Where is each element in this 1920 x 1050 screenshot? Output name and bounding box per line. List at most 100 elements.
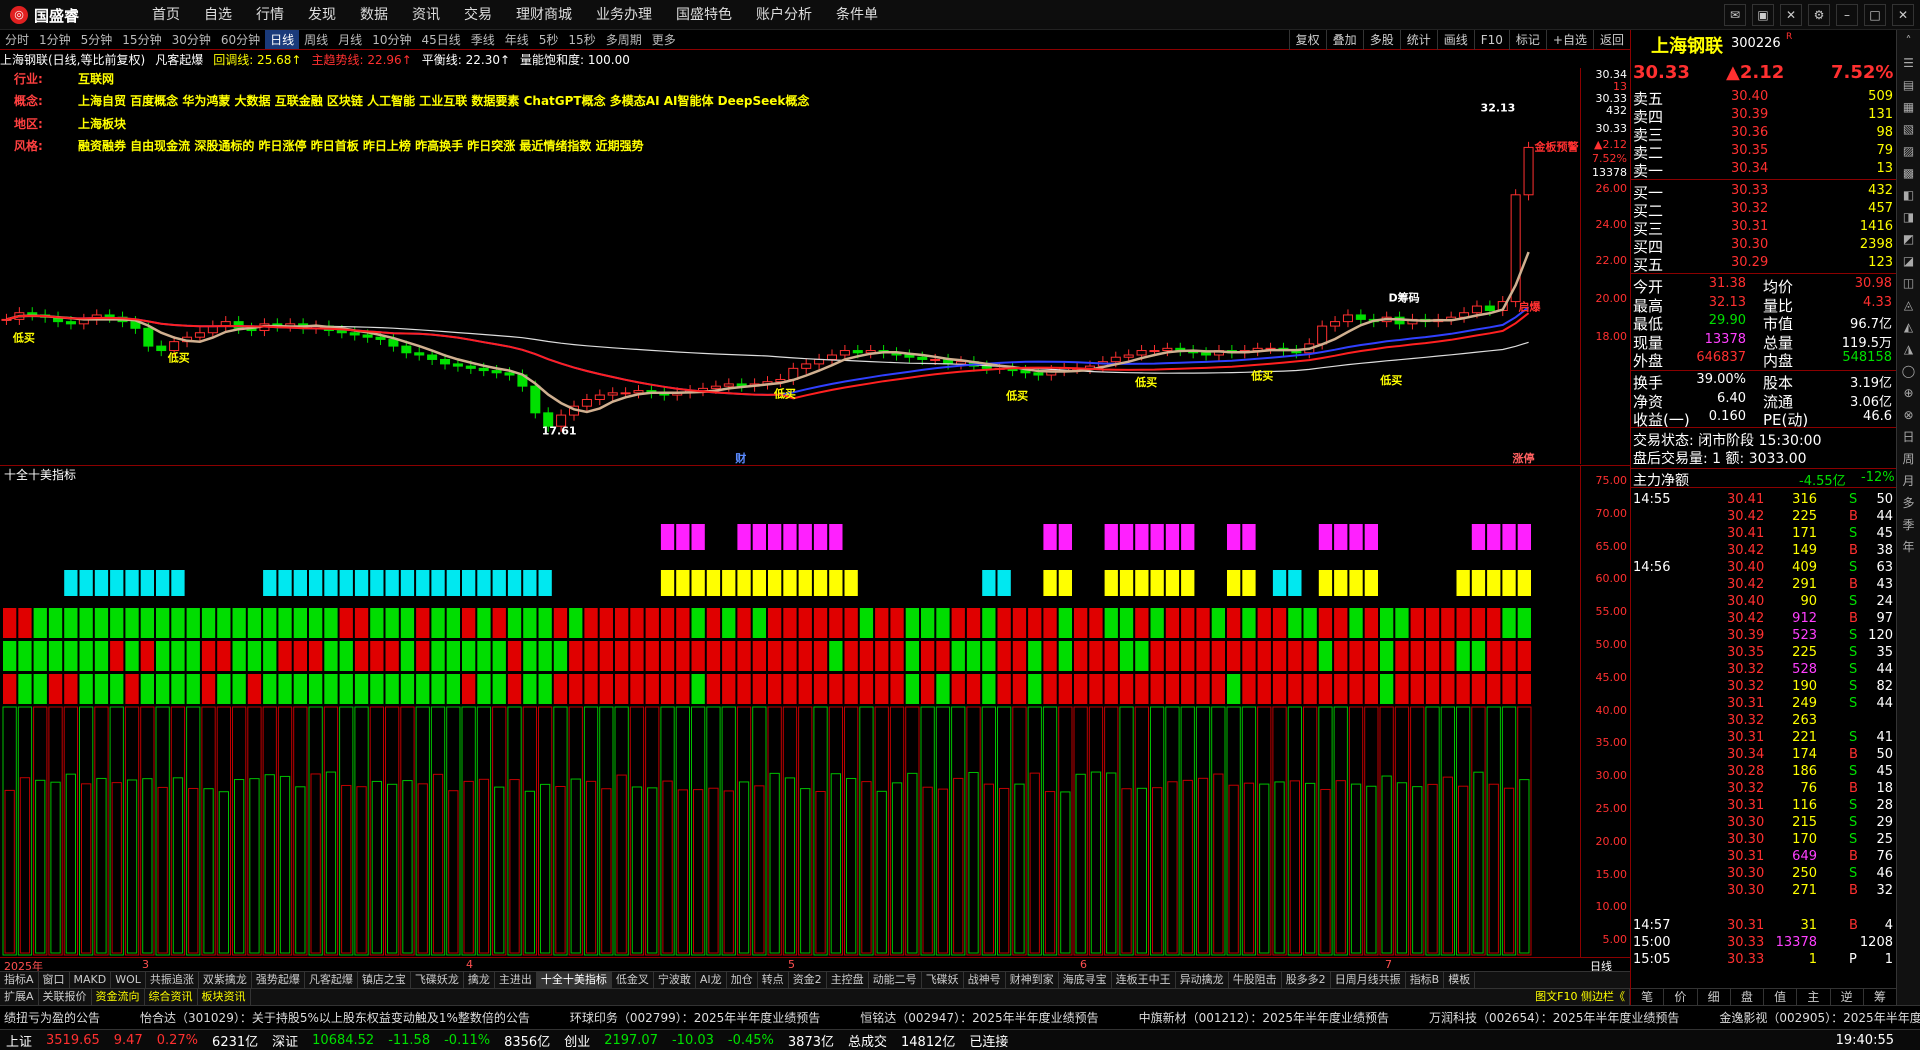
ticker-item[interactable]: 中旗新材（001212）：2025年半年度业绩预告 xyxy=(1139,1009,1389,1026)
menu-item-0[interactable]: 首页 xyxy=(140,0,192,30)
indicator-tab-30[interactable]: 指标B xyxy=(1406,972,1445,988)
side-tool-icon[interactable]: ▧ xyxy=(1897,118,1920,140)
menu-item-8[interactable]: 业务办理 xyxy=(584,0,664,30)
ticker-item[interactable]: 金逸影视（002905）：2025年半年度业绩预告 xyxy=(1719,1009,1920,1026)
message-icon[interactable]: ✉ xyxy=(1724,4,1746,26)
period-tab-16[interactable]: 更多 xyxy=(647,30,681,49)
period-tab-10[interactable]: 45日线 xyxy=(416,30,465,49)
period-tab-6[interactable]: 日线 xyxy=(265,30,300,49)
period-tab-9[interactable]: 10分钟 xyxy=(367,30,416,49)
indicator-tab-16[interactable]: 加仓 xyxy=(727,972,758,988)
indicator-tab-28[interactable]: 股多多2 xyxy=(1282,972,1331,988)
side-tool-icon[interactable]: ◬ xyxy=(1897,294,1920,316)
period-tab-2[interactable]: 5分钟 xyxy=(76,30,118,49)
menu-item-3[interactable]: 发现 xyxy=(296,0,348,30)
indicator-tab-22[interactable]: 战神号 xyxy=(964,972,1006,988)
ticker-item[interactable]: 万润科技（002654）：2025年半年度业绩预告 xyxy=(1429,1009,1679,1026)
bid-row[interactable]: 买一 30.33 432 xyxy=(1631,182,1897,202)
news-ticker[interactable]: 绩扭亏为盈的公告 怡合达（301029）：关于持股5%以上股东权益变动触及1%整数… xyxy=(0,1005,1920,1029)
indicator-tab-15[interactable]: AI龙 xyxy=(696,972,727,988)
toolbar-button-3[interactable]: 统计 xyxy=(1399,30,1437,50)
info-tab-0[interactable]: 扩展A xyxy=(0,989,39,1005)
tools-icon[interactable]: ✕ xyxy=(1780,4,1802,26)
f10-sidebar-toggle[interactable]: 图文F10 侧边栏《 xyxy=(1531,989,1630,1005)
bid-row[interactable]: 买三 30.31 1416 xyxy=(1631,218,1897,238)
period-tab-13[interactable]: 5秒 xyxy=(534,30,564,49)
bid-row[interactable]: 买四 30.30 2398 xyxy=(1631,236,1897,256)
ticker-item[interactable]: 绩扭亏为盈的公告 xyxy=(4,1009,100,1026)
maximize-icon[interactable]: □ xyxy=(1864,4,1886,26)
minimize-icon[interactable]: – xyxy=(1836,4,1858,26)
skin-icon[interactable]: ▣ xyxy=(1752,4,1774,26)
indicator-tab-7[interactable]: 凡客起爆 xyxy=(305,972,358,988)
bid-row[interactable]: 买五 30.29 123 xyxy=(1631,254,1897,274)
toolbar-button-8[interactable]: 返回 xyxy=(1592,30,1630,50)
side-tool-icon[interactable]: ◫ xyxy=(1897,272,1920,294)
indicator-tab-1[interactable]: 窗口 xyxy=(39,972,70,988)
indicator-tab-26[interactable]: 异动擒龙 xyxy=(1176,972,1229,988)
bid-row[interactable]: 买二 30.32 457 xyxy=(1631,200,1897,220)
menu-item-6[interactable]: 交易 xyxy=(452,0,504,30)
menu-item-5[interactable]: 资讯 xyxy=(400,0,452,30)
main-kline-chart[interactable]: 32.13 17.61 低买 低买 低买 低买 低买 低买 低买 D筹码 启爆 金板预警财涨停 行业:… xyxy=(0,68,1580,465)
indicator-tab-5[interactable]: 双紫擒龙 xyxy=(199,972,252,988)
toolbar-button-4[interactable]: 画线 xyxy=(1436,30,1474,50)
side-tool-icon[interactable]: ☰ xyxy=(1897,52,1920,74)
indicator-tab-19[interactable]: 主控盘 xyxy=(827,972,869,988)
indicator-tab-12[interactable]: 十全十美指标 xyxy=(536,972,612,988)
side-tool-icon[interactable]: ◨ xyxy=(1897,206,1920,228)
indicator-tab-14[interactable]: 宁波敢 xyxy=(654,972,696,988)
menu-item-9[interactable]: 国盛特色 xyxy=(664,0,744,30)
period-tab-11[interactable]: 季线 xyxy=(466,30,500,49)
cy-label[interactable]: 创业 xyxy=(564,1031,590,1050)
panel-tab-4[interactable]: 值 xyxy=(1764,989,1798,1005)
close-icon[interactable]: ✕ xyxy=(1892,4,1914,26)
period-tab-0[interactable]: 分时 xyxy=(0,30,34,49)
side-tool-icon[interactable]: ▨ xyxy=(1897,140,1920,162)
indicator-tab-24[interactable]: 海底寻宝 xyxy=(1059,972,1112,988)
side-tool-icon[interactable]: ▩ xyxy=(1897,162,1920,184)
indicator-tab-29[interactable]: 日周月线共振 xyxy=(1331,972,1406,988)
indicator-tab-6[interactable]: 强势起爆 xyxy=(252,972,305,988)
toolbar-button-2[interactable]: 多股 xyxy=(1362,30,1400,50)
side-tool-icon[interactable]: ▦ xyxy=(1897,96,1920,118)
info-tab-2[interactable]: 资金流向 xyxy=(92,989,145,1005)
side-tool-icon[interactable]: ◯ xyxy=(1897,360,1920,382)
toolbar-button-0[interactable]: 复权 xyxy=(1288,30,1326,50)
indicator-tab-18[interactable]: 资金2 xyxy=(789,972,827,988)
period-tab-4[interactable]: 30分钟 xyxy=(167,30,216,49)
toolbar-button-1[interactable]: 叠加 xyxy=(1325,30,1363,50)
side-tool-icon[interactable]: ˄ xyxy=(1897,30,1920,52)
side-tool-icon[interactable]: ◭ xyxy=(1897,316,1920,338)
period-tab-7[interactable]: 周线 xyxy=(299,30,333,49)
period-tab-14[interactable]: 15秒 xyxy=(563,30,600,49)
indicator-tab-8[interactable]: 镇店之宝 xyxy=(358,972,411,988)
indicator-name[interactable]: 凡客起爆 xyxy=(155,51,203,68)
indicator-tab-20[interactable]: 动能二号 xyxy=(869,972,922,988)
menu-item-4[interactable]: 数据 xyxy=(348,0,400,30)
ticker-item[interactable]: 环球印务（002799）：2025年半年度业绩预告 xyxy=(570,1009,820,1026)
side-tool-icon[interactable]: ◩ xyxy=(1897,228,1920,250)
side-period-1[interactable]: 周 xyxy=(1897,448,1920,470)
indicator-tab-13[interactable]: 低金叉 xyxy=(612,972,654,988)
toolbar-button-5[interactable]: F10 xyxy=(1473,30,1509,50)
side-tool-icon[interactable]: ⊕ xyxy=(1897,382,1920,404)
sz-label[interactable]: 深证 xyxy=(272,1031,298,1050)
panel-tab-1[interactable]: 价 xyxy=(1664,989,1698,1005)
period-tab-3[interactable]: 15分钟 xyxy=(117,30,166,49)
toolbar-button-7[interactable]: +自选 xyxy=(1545,30,1593,50)
indicator-tab-3[interactable]: WOL xyxy=(111,972,146,988)
side-period-4[interactable]: 季 xyxy=(1897,514,1920,536)
panel-tab-2[interactable]: 细 xyxy=(1698,989,1731,1005)
ask-row[interactable]: 卖五 30.40 509 xyxy=(1631,88,1897,108)
ask-row[interactable]: 卖一 30.34 13 xyxy=(1631,160,1897,180)
side-period-0[interactable]: 日 xyxy=(1897,426,1920,448)
menu-item-10[interactable]: 账户分析 xyxy=(744,0,824,30)
panel-tab-3[interactable]: 盘 xyxy=(1731,989,1764,1005)
info-tab-1[interactable]: 关联报价 xyxy=(39,989,92,1005)
indicator-tab-25[interactable]: 连板王中王 xyxy=(1112,972,1176,988)
menu-item-2[interactable]: 行情 xyxy=(244,0,296,30)
period-tab-1[interactable]: 1分钟 xyxy=(34,30,76,49)
app-logo[interactable]: ◎ 国盛睿 xyxy=(10,4,79,26)
ask-row[interactable]: 卖二 30.35 79 xyxy=(1631,142,1897,162)
